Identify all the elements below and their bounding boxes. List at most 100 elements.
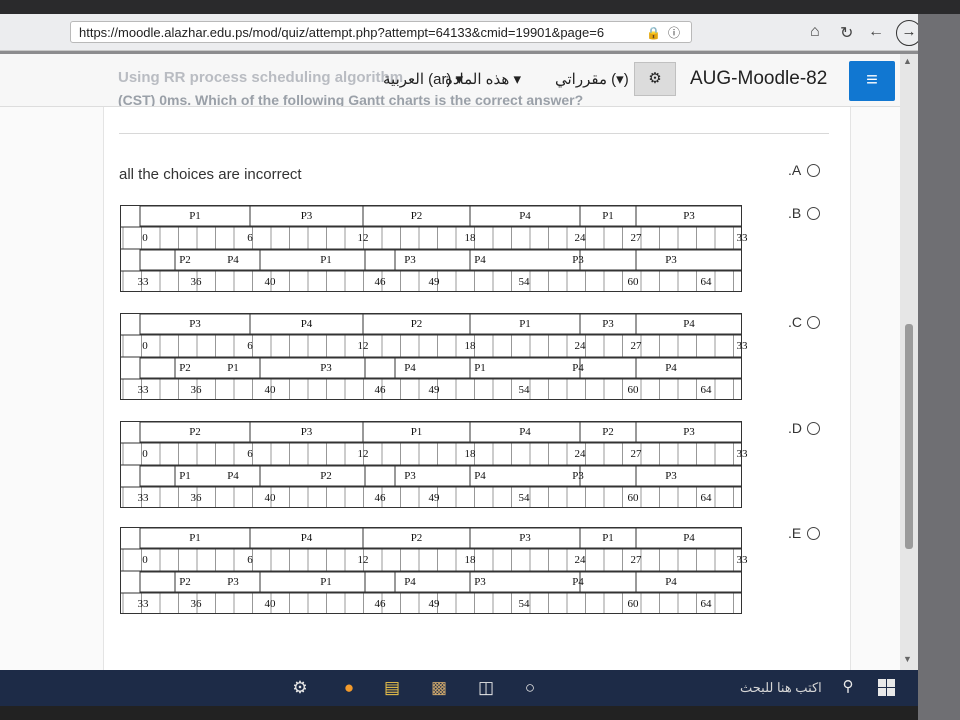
time-label: 40 xyxy=(264,384,276,396)
scroll-thumb[interactable] xyxy=(905,324,913,549)
time-label: 0 xyxy=(142,232,148,244)
site-title[interactable]: AUG-Moodle-82 xyxy=(690,68,827,90)
question-text-line2: (CST) 0ms. Which of the following Gantt … xyxy=(118,92,584,107)
process-label: P3 xyxy=(189,318,201,330)
this-course-menu[interactable]: هذه المادة ▾ xyxy=(445,70,521,88)
process-label: P2 xyxy=(410,532,423,544)
time-label: 24 xyxy=(574,340,586,352)
my-courses-menu[interactable]: مقرراتي (▾) xyxy=(555,70,629,88)
process-label: P2 xyxy=(189,426,201,438)
time-label: 24 xyxy=(574,232,586,244)
time-label: 0 xyxy=(142,340,148,352)
process-label: P1 xyxy=(602,532,614,544)
time-label: 27 xyxy=(630,554,642,566)
time-label: 33 xyxy=(137,598,149,610)
time-label: 64 xyxy=(700,384,712,396)
process-label: P4 xyxy=(404,576,416,588)
url-field[interactable]: https://moodle.alazhar.edu.ps/mod/quiz/a… xyxy=(70,21,692,43)
settings-icon[interactable]: ⚙ xyxy=(634,62,676,96)
process-label: P4 xyxy=(572,362,584,374)
hamburger-menu-button[interactable]: ≡ xyxy=(849,61,895,101)
time-label: 60 xyxy=(627,492,639,504)
time-label: 33 xyxy=(736,232,748,244)
option-radio[interactable] xyxy=(807,527,820,540)
process-label: P2 xyxy=(320,470,332,482)
option-radio[interactable] xyxy=(807,207,820,220)
photos-icon[interactable]: ▩ xyxy=(427,678,451,698)
time-label: 12 xyxy=(357,232,369,244)
question-text-line1: Using RR process scheduling algorithm xyxy=(118,69,404,86)
taskbar-search-input[interactable]: اكتب هنا للبحث xyxy=(740,680,822,696)
process-label: P3 xyxy=(683,210,695,222)
option-radio[interactable] xyxy=(807,164,820,177)
time-label: 54 xyxy=(518,598,530,610)
row1-process-box xyxy=(139,421,742,443)
time-label: 60 xyxy=(627,276,639,288)
process-label: P4 xyxy=(519,210,531,222)
time-label: 6 xyxy=(247,554,253,566)
time-label: 18 xyxy=(464,340,476,352)
back-icon[interactable]: ← xyxy=(868,23,884,41)
file-explorer-icon[interactable]: ▤ xyxy=(380,678,404,698)
home-icon[interactable]: ⌂ xyxy=(810,23,820,41)
time-label: 49 xyxy=(428,276,440,288)
info-icon[interactable]: ⓘ xyxy=(668,22,680,44)
process-label: P1 xyxy=(189,532,201,544)
time-label: 33 xyxy=(137,276,149,288)
time-label: 33 xyxy=(736,340,748,352)
gantt-chart: P3 P4 P2 P1 P3 P4 0 6 12 18 24 27 33 P2 P1 P3 P4 P1 P4 P4 33… xyxy=(120,313,748,401)
process-label: P1 xyxy=(519,318,531,330)
process-label: P4 xyxy=(300,532,313,544)
time-label: 12 xyxy=(357,448,369,460)
windows-start-icon[interactable] xyxy=(878,679,895,696)
process-label: P1 xyxy=(320,254,332,266)
time-label: 54 xyxy=(518,276,530,288)
page-scrollbar[interactable]: ▲ ▼ xyxy=(900,54,918,670)
time-label: 60 xyxy=(627,598,639,610)
time-label: 49 xyxy=(428,598,440,610)
process-label: P1 xyxy=(179,470,191,482)
time-label: 40 xyxy=(264,276,276,288)
browser-address-bar: https://moodle.alazhar.edu.ps/mod/quiz/a… xyxy=(0,14,960,51)
process-label: P3 xyxy=(683,426,695,438)
option-text: all the choices are incorrect xyxy=(119,166,302,183)
process-label: P1 xyxy=(227,362,239,374)
firefox-icon[interactable]: ● xyxy=(337,678,361,698)
process-label: P4 xyxy=(227,470,239,482)
time-label: 54 xyxy=(518,384,530,396)
cortana-icon[interactable]: ○ xyxy=(518,678,542,698)
refresh-icon[interactable]: ↻ xyxy=(840,23,853,43)
scroll-up-icon[interactable]: ▲ xyxy=(903,56,912,66)
gantt-chart: P1 P3 P2 P4 P1 P3 0 6 12 18 24 27 33 P2 P4 P1 P3 P4 P3 P3 33… xyxy=(120,205,748,293)
gantt-chart: P2 P3 P1 P4 P2 P3 0 6 12 18 24 27 33 P1 P4 P2 P3 P4 P3 P3 33… xyxy=(120,421,748,509)
windows-taskbar: ⚙ ● ▤ ▩ ◫ ○ اكتب هنا للبحث ⚲ xyxy=(0,670,918,706)
settings-icon[interactable]: ⚙ xyxy=(288,678,312,698)
option-letter: .B xyxy=(788,205,802,221)
monitor-bezel-right xyxy=(918,14,960,720)
scroll-down-icon[interactable]: ▼ xyxy=(903,654,912,664)
time-label: 12 xyxy=(357,340,369,352)
time-label: 36 xyxy=(190,598,202,610)
time-label: 36 xyxy=(190,384,202,396)
time-label: 33 xyxy=(736,554,748,566)
time-label: 64 xyxy=(700,492,712,504)
option-radio[interactable] xyxy=(807,422,820,435)
process-label: P3 xyxy=(227,576,239,588)
process-label: P1 xyxy=(189,210,201,222)
time-label: 6 xyxy=(247,340,253,352)
time-label: 27 xyxy=(630,232,642,244)
process-label: P4 xyxy=(572,576,584,588)
time-label: 18 xyxy=(464,232,476,244)
process-label: P3 xyxy=(320,362,332,374)
search-icon[interactable]: ⚲ xyxy=(836,677,860,695)
process-label: P4 xyxy=(683,318,695,330)
option-radio[interactable] xyxy=(807,316,820,329)
lock-icon[interactable]: 🔒 xyxy=(646,22,661,44)
process-label: P2 xyxy=(410,210,423,222)
process-label: P3 xyxy=(665,254,677,266)
process-label: P2 xyxy=(602,426,614,438)
task-view-icon[interactable]: ◫ xyxy=(474,678,498,698)
process-label: P4 xyxy=(227,254,239,266)
process-label: P4 xyxy=(683,532,695,544)
process-label: P3 xyxy=(665,470,677,482)
